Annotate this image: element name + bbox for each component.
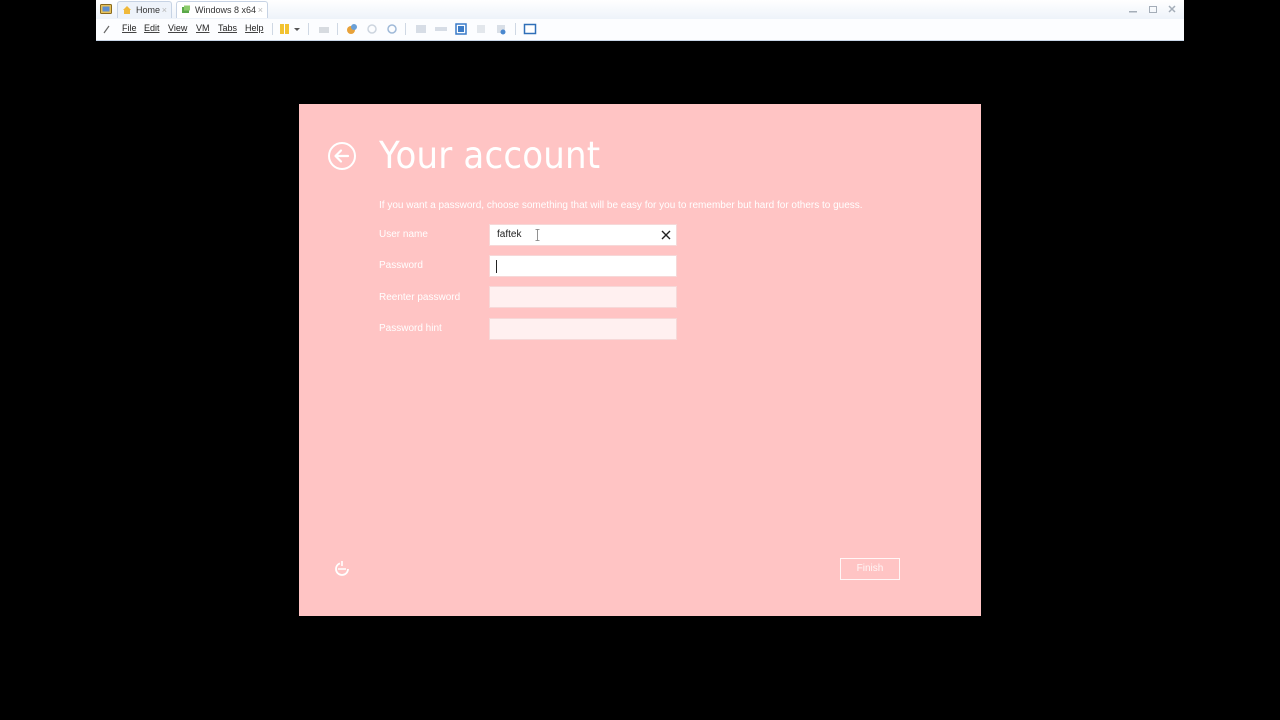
pause-icon[interactable] <box>278 22 292 36</box>
send-ctrl-alt-del-icon[interactable] <box>317 22 331 36</box>
menu-tabs[interactable]: Tabs <box>218 23 237 33</box>
username-value: faftek <box>497 229 522 240</box>
snapshot-manager-icon[interactable] <box>385 22 399 36</box>
vmware-window: Home × Windows 8 x64 × File Edit View VM… <box>96 0 1184 41</box>
settings-icon[interactable] <box>494 22 508 36</box>
unity-icon[interactable] <box>474 22 488 36</box>
username-label: User name <box>379 229 428 240</box>
tab-bar: Home × Windows 8 x64 × <box>96 0 1184 19</box>
windows-setup-screen: Your account If you want a password, cho… <box>299 104 981 616</box>
revert-snapshot-icon[interactable] <box>365 22 379 36</box>
toolbar-separator <box>272 23 273 35</box>
tab-label: Home <box>136 5 161 15</box>
toolbar-separator <box>308 23 309 35</box>
tab-home[interactable]: Home × <box>117 1 172 18</box>
thumbnail-icon[interactable] <box>434 22 448 36</box>
close-icon[interactable] <box>1165 2 1179 16</box>
back-arrow-icon[interactable] <box>327 141 357 171</box>
reenter-password-input[interactable] <box>489 286 677 308</box>
library-icon[interactable] <box>414 22 428 36</box>
text-caret <box>496 260 497 273</box>
description-text: If you want a password, choose something… <box>379 200 863 211</box>
tab-label: Windows 8 x64 <box>195 5 257 15</box>
password-hint-input[interactable] <box>489 318 677 340</box>
vmware-logo-icon[interactable] <box>100 3 112 15</box>
snapshot-icon[interactable] <box>345 22 359 36</box>
pin-icon[interactable] <box>102 22 112 36</box>
menu-bar: File Edit View VM Tabs Help <box>96 19 1184 39</box>
fullscreen-icon[interactable] <box>454 22 468 36</box>
username-input[interactable]: faftek <box>489 224 677 246</box>
chevron-down-icon[interactable] <box>293 22 301 36</box>
reenter-password-label: Reenter password <box>379 292 461 303</box>
tab-windows-8-x64[interactable]: Windows 8 x64 × <box>176 1 268 18</box>
toolbar-separator <box>337 23 338 35</box>
menu-help[interactable]: Help <box>245 23 264 33</box>
menu-view[interactable]: View <box>168 23 187 33</box>
minimize-icon[interactable] <box>1126 2 1140 16</box>
menu-file[interactable]: File <box>122 23 137 33</box>
restore-icon[interactable] <box>1146 2 1160 16</box>
menu-edit[interactable]: Edit <box>144 23 160 33</box>
password-hint-label: Password hint <box>379 323 442 334</box>
page-title: Your account <box>379 134 601 177</box>
clear-input-icon[interactable] <box>660 229 672 241</box>
text-cursor-icon <box>535 229 540 241</box>
finish-button[interactable]: Finish <box>840 558 900 580</box>
toolbar-separator <box>515 23 516 35</box>
ease-of-access-icon[interactable] <box>332 559 352 579</box>
password-input[interactable] <box>489 255 677 277</box>
vm-icon <box>182 5 190 13</box>
password-label: Password <box>379 260 423 271</box>
tab-close-icon[interactable]: × <box>162 2 167 18</box>
tab-close-icon[interactable]: × <box>258 2 263 18</box>
toolbar-separator <box>405 23 406 35</box>
menu-vm[interactable]: VM <box>196 23 210 33</box>
home-icon <box>123 6 131 14</box>
console-view-icon[interactable] <box>523 22 537 36</box>
